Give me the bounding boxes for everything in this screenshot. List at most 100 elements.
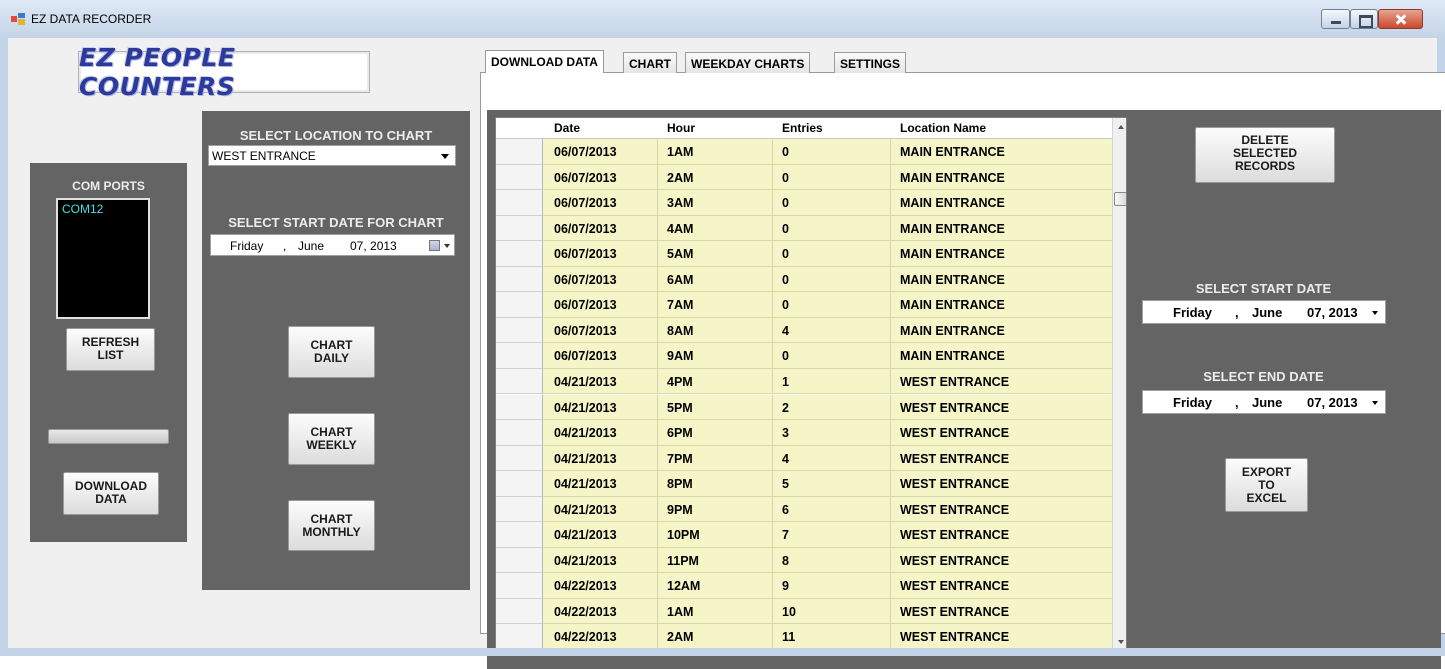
cell-entries[interactable]: 11: [782, 630, 795, 644]
cell-location[interactable]: MAIN ENTRANCE: [900, 273, 1005, 287]
cell-entries[interactable]: 0: [782, 273, 789, 287]
row-header[interactable]: [496, 215, 543, 242]
row-header[interactable]: [496, 624, 543, 650]
scroll-down-icon[interactable]: [1118, 640, 1124, 644]
table-row[interactable]: 04/21/2013 7PM 4 WEST ENTRANCE: [496, 445, 1112, 472]
cell-date[interactable]: 04/22/2013: [554, 630, 617, 644]
cell-entries[interactable]: 9: [782, 579, 789, 593]
cell-date[interactable]: 04/21/2013: [554, 477, 617, 491]
table-row[interactable]: 04/21/2013 4PM 1 WEST ENTRANCE: [496, 368, 1112, 395]
cell-entries[interactable]: 1: [782, 375, 789, 389]
table-row[interactable]: 04/21/2013 9PM 6 WEST ENTRANCE: [496, 496, 1112, 523]
cell-location[interactable]: WEST ENTRANCE: [900, 554, 1009, 568]
cell-entries[interactable]: 5: [782, 477, 789, 491]
cell-date[interactable]: 06/07/2013: [554, 247, 617, 261]
cell-entries[interactable]: 0: [782, 247, 789, 261]
export-to-excel-button[interactable]: EXPORT TO EXCEL: [1225, 458, 1308, 512]
table-row[interactable]: 06/07/2013 9AM 0 MAIN ENTRANCE: [496, 343, 1112, 369]
table-row[interactable]: 04/21/2013 5PM 2 WEST ENTRANCE: [496, 394, 1112, 420]
cell-hour[interactable]: 9AM: [667, 349, 693, 363]
row-cells[interactable]: 06/07/2013 5AM 0 MAIN ENTRANCE: [543, 241, 1112, 267]
start-date-picker[interactable]: Friday , June 07, 2013: [1142, 300, 1386, 324]
table-row[interactable]: 06/07/2013 7AM 0 MAIN ENTRANCE: [496, 292, 1112, 318]
records-grid[interactable]: Date Hour Entries Location Name 06/07/20…: [495, 117, 1127, 651]
cell-hour[interactable]: 7PM: [667, 452, 693, 466]
row-header[interactable]: [496, 343, 543, 369]
row-cells[interactable]: 04/21/2013 11PM 8 WEST ENTRANCE: [543, 547, 1112, 574]
cell-entries[interactable]: 0: [782, 145, 789, 159]
cell-hour[interactable]: 7AM: [667, 298, 693, 312]
row-cells[interactable]: 04/22/2013 12AM 9 WEST ENTRANCE: [543, 573, 1112, 599]
row-header[interactable]: [496, 496, 543, 523]
cell-date[interactable]: 06/07/2013: [554, 222, 617, 236]
row-header[interactable]: [496, 573, 543, 599]
row-header[interactable]: [496, 598, 543, 625]
cell-entries[interactable]: 4: [782, 452, 789, 466]
row-header[interactable]: [496, 317, 543, 344]
row-header[interactable]: [496, 368, 543, 395]
row-header[interactable]: [496, 394, 543, 420]
row-header[interactable]: [496, 522, 543, 548]
cell-location[interactable]: MAIN ENTRANCE: [900, 298, 1005, 312]
cell-date[interactable]: 06/07/2013: [554, 145, 617, 159]
close-button[interactable]: [1378, 9, 1423, 29]
scroll-thumb[interactable]: [1114, 192, 1126, 206]
cell-hour[interactable]: 10PM: [667, 528, 700, 542]
com-ports-list[interactable]: COM12: [56, 198, 150, 319]
cell-hour[interactable]: 9PM: [667, 503, 693, 517]
cell-location[interactable]: WEST ENTRANCE: [900, 401, 1009, 415]
end-date-picker[interactable]: Friday , June 07, 2013: [1142, 390, 1386, 414]
table-row[interactable]: 06/07/2013 5AM 0 MAIN ENTRANCE: [496, 241, 1112, 267]
cell-date[interactable]: 04/21/2013: [554, 528, 617, 542]
cell-location[interactable]: MAIN ENTRANCE: [900, 247, 1005, 261]
cell-entries[interactable]: 0: [782, 222, 789, 236]
tab-chart[interactable]: CHART: [623, 52, 677, 73]
cell-entries[interactable]: 2: [782, 401, 789, 415]
cell-hour[interactable]: 12AM: [667, 579, 700, 593]
cell-hour[interactable]: 5AM: [667, 247, 693, 261]
cell-date[interactable]: 06/07/2013: [554, 349, 617, 363]
row-cells[interactable]: 06/07/2013 4AM 0 MAIN ENTRANCE: [543, 215, 1112, 242]
cell-location[interactable]: MAIN ENTRANCE: [900, 349, 1005, 363]
scroll-up-icon[interactable]: [1118, 125, 1124, 129]
row-cells[interactable]: 04/21/2013 5PM 2 WEST ENTRANCE: [543, 394, 1112, 420]
row-cells[interactable]: 04/21/2013 6PM 3 WEST ENTRANCE: [543, 420, 1112, 446]
cell-location[interactable]: MAIN ENTRANCE: [900, 145, 1005, 159]
download-data-button[interactable]: DOWNLOAD DATA: [63, 472, 159, 515]
cell-hour[interactable]: 11PM: [667, 554, 699, 568]
cell-date[interactable]: 06/07/2013: [554, 171, 617, 185]
cell-date[interactable]: 04/21/2013: [554, 401, 617, 415]
cell-hour[interactable]: 2AM: [667, 171, 693, 185]
cell-location[interactable]: WEST ENTRANCE: [900, 605, 1009, 619]
cell-entries[interactable]: 4: [782, 324, 789, 338]
table-row[interactable]: 04/22/2013 1AM 10 WEST ENTRANCE: [496, 598, 1112, 625]
calendar-icon[interactable]: [429, 240, 440, 251]
table-row[interactable]: 06/07/2013 1AM 0 MAIN ENTRANCE: [496, 139, 1112, 165]
cell-location[interactable]: MAIN ENTRANCE: [900, 196, 1005, 210]
cell-date[interactable]: 06/07/2013: [554, 298, 617, 312]
table-row[interactable]: 04/21/2013 8PM 5 WEST ENTRANCE: [496, 471, 1112, 497]
cell-hour[interactable]: 8AM: [667, 324, 693, 338]
cell-hour[interactable]: 3AM: [667, 196, 693, 210]
cell-location[interactable]: WEST ENTRANCE: [900, 630, 1009, 644]
row-header[interactable]: [496, 266, 543, 293]
cell-date[interactable]: 04/21/2013: [554, 452, 617, 466]
chevron-down-icon[interactable]: [441, 154, 449, 159]
cell-date[interactable]: 04/22/2013: [554, 579, 617, 593]
chevron-down-icon[interactable]: [444, 244, 450, 248]
row-header[interactable]: [496, 420, 543, 446]
chart-weekly-button[interactable]: CHART WEEKLY: [288, 413, 375, 465]
row-cells[interactable]: 06/07/2013 7AM 0 MAIN ENTRANCE: [543, 292, 1112, 318]
cell-date[interactable]: 04/21/2013: [554, 554, 617, 568]
row-header[interactable]: [496, 445, 543, 472]
row-header[interactable]: [496, 292, 543, 318]
cell-date[interactable]: 04/21/2013: [554, 375, 617, 389]
cell-hour[interactable]: 1AM: [667, 605, 693, 619]
chevron-down-icon[interactable]: [1372, 311, 1378, 315]
table-row[interactable]: 06/07/2013 8AM 4 MAIN ENTRANCE: [496, 317, 1112, 344]
row-cells[interactable]: 04/21/2013 10PM 7 WEST ENTRANCE: [543, 522, 1112, 548]
cell-hour[interactable]: 4PM: [667, 375, 693, 389]
cell-hour[interactable]: 8PM: [667, 477, 693, 491]
tab-download-data[interactable]: DOWNLOAD DATA: [485, 50, 604, 73]
row-cells[interactable]: 04/21/2013 9PM 6 WEST ENTRANCE: [543, 496, 1112, 523]
